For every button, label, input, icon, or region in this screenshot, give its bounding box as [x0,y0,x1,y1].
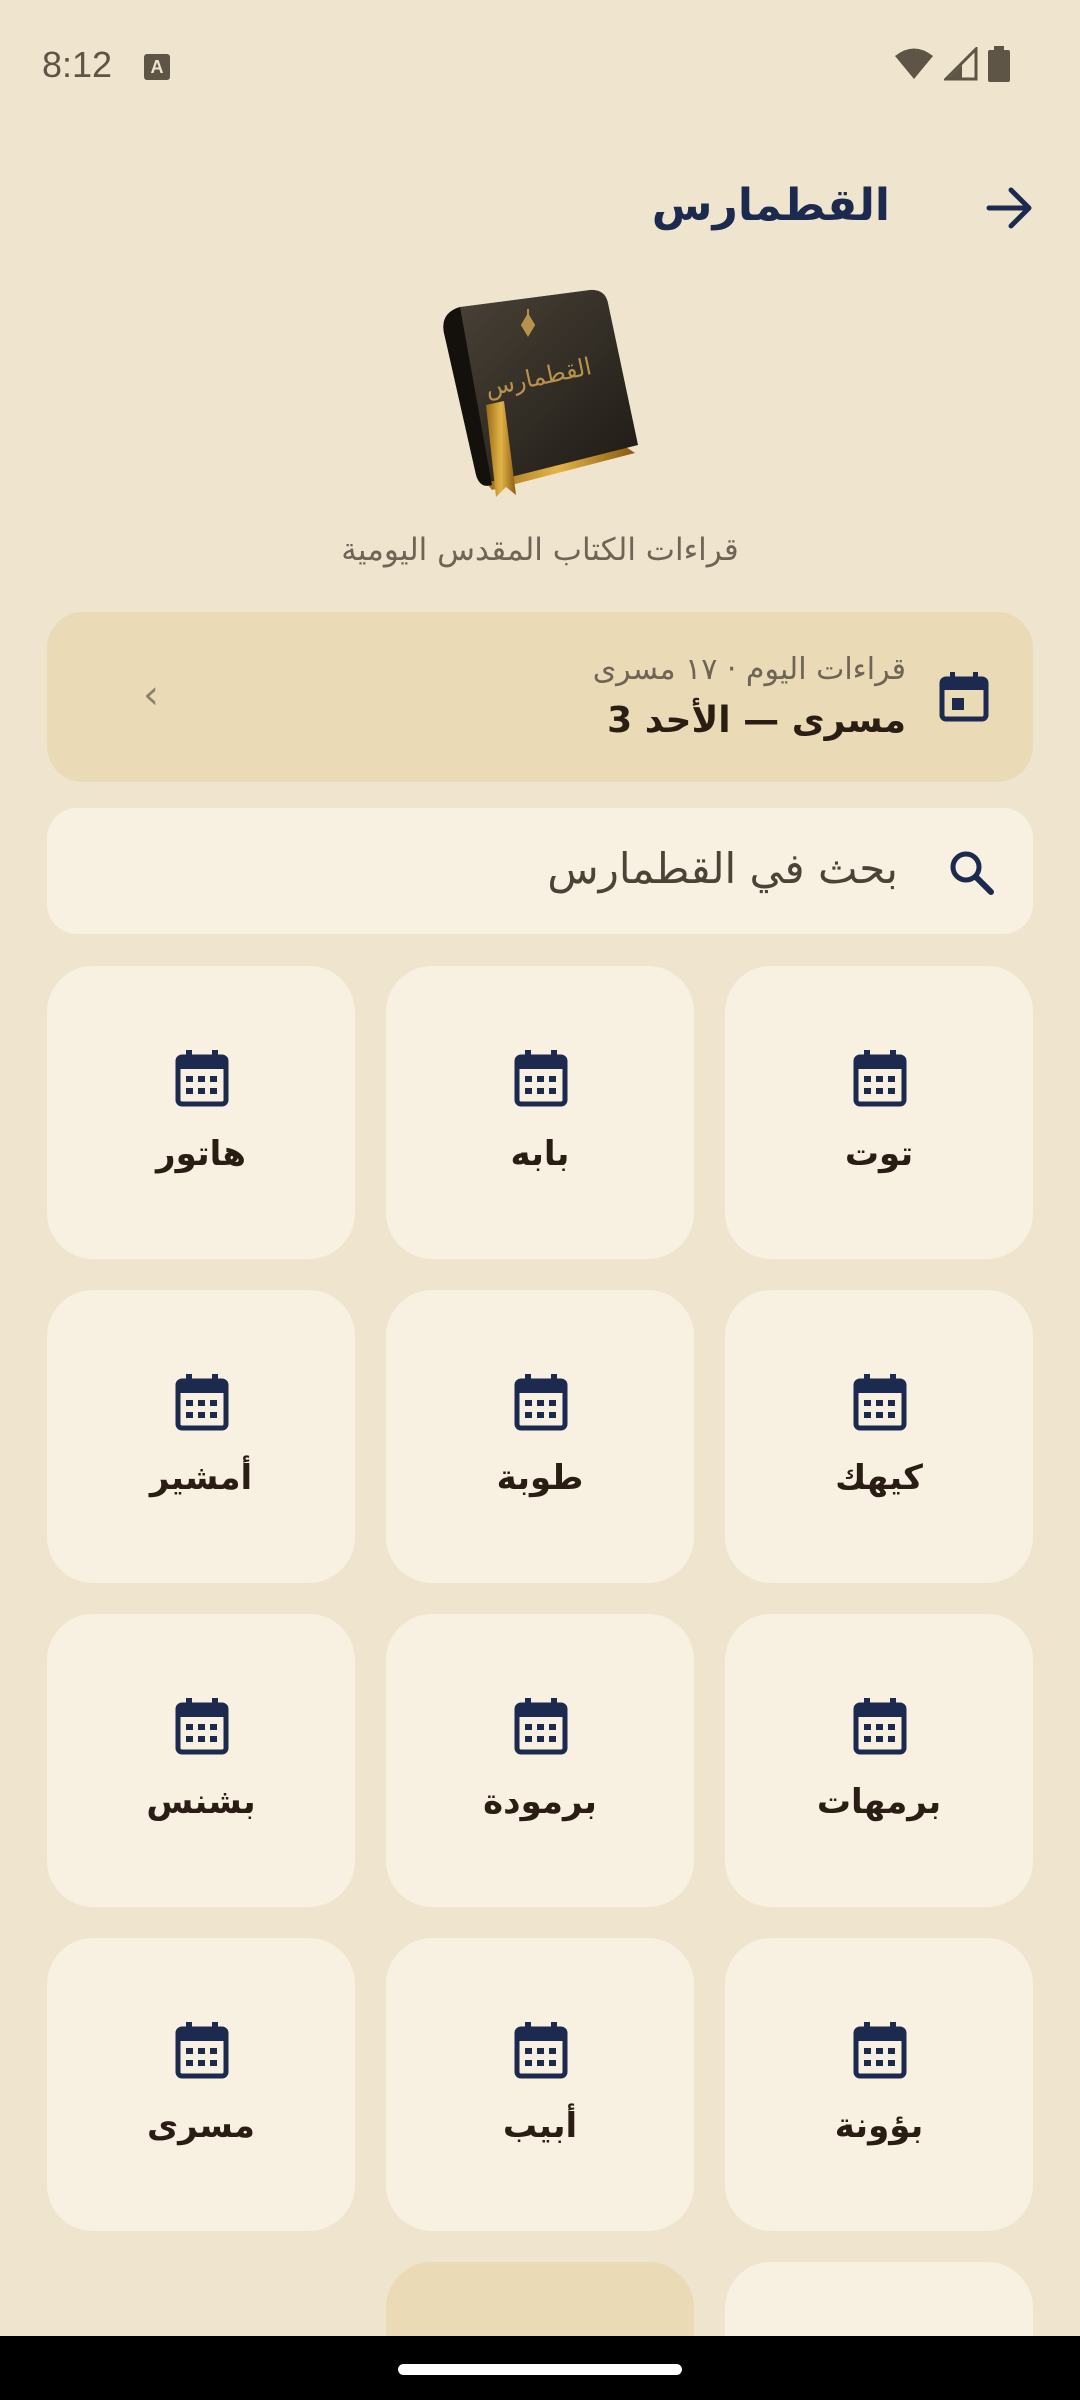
calendar-icon [174,2020,230,2080]
calendar-icon [513,1696,569,1756]
month-label: برمهات [816,1782,942,1822]
status-time: 8:12 [42,44,113,85]
month-label: أبيب [502,2106,578,2146]
calendar-icon [174,1048,230,1108]
status-icons [894,46,1010,82]
month-tile[interactable]: كيهك [725,1290,1033,1583]
home-gesture-handle[interactable] [398,2364,682,2375]
month-tile[interactable]: برمودة [386,1614,694,1907]
month-label: بشنس [146,1782,256,1822]
calendar-icon [513,1048,569,1108]
book-illustration: القطمارس [430,285,650,510]
calendar-icon [852,1372,908,1432]
month-label: بابه [510,1134,570,1174]
month-tile[interactable]: طوبة [386,1290,694,1583]
status-bar: 8:12 A [0,0,1080,130]
month-label: بؤونة [834,2106,924,2146]
month-label: كيهك [835,1458,923,1498]
search-bar[interactable]: بحث في القطمارس [47,808,1033,934]
calendar-today-icon [939,672,989,722]
month-label: برمودة [483,1782,597,1822]
system-navigation-bar [0,2336,1080,2400]
calendar-icon [174,1696,230,1756]
todays-reading-title: مسرى — الأحد 3 [607,700,906,741]
screen: 8:12 A القطمارس القطمارس قراءات الكتاب ا… [0,0,1080,2400]
todays-reading-card[interactable]: قراءات اليوم · ١٧ مسرى مسرى — الأحد 3 ‹ [47,612,1033,782]
calendar-icon [174,1372,230,1432]
todays-reading-label: قراءات اليوم · ١٧ مسرى [592,652,906,687]
arrow-right-icon [986,187,1032,229]
calendar-icon [852,1048,908,1108]
calendar-icon [513,2020,569,2080]
month-tile[interactable]: هاتور [47,966,355,1259]
search-icon [950,851,994,895]
month-label: توت [844,1134,914,1174]
month-tile[interactable]: بابه [386,966,694,1259]
app-header: القطمارس [0,160,1080,250]
page-title: القطمارس [651,180,890,231]
month-tile[interactable]: أبيب [386,1938,694,2231]
month-tile[interactable]: مسرى [47,1938,355,2231]
signal-icon [944,47,978,81]
calendar-icon [852,2020,908,2080]
month-tile[interactable]: بؤونة [725,1938,1033,2231]
battery-icon [988,46,1010,82]
search-placeholder: بحث في القطمارس [547,844,898,893]
calendar-icon [852,1696,908,1756]
month-label: طوبة [496,1458,584,1498]
month-tile[interactable]: أمشير [47,1290,355,1583]
month-label: مسرى [147,2106,255,2146]
wifi-icon [895,48,933,79]
month-label: أمشير [149,1458,253,1498]
book-image: القطمارس [443,289,638,497]
chevron-left-icon: ‹ [143,672,159,718]
month-tile[interactable]: بشنس [47,1614,355,1907]
month-tile[interactable]: توت [725,966,1033,1259]
month-tile[interactable]: برمهات [725,1614,1033,1907]
keyboard-badge-icon: A [144,54,170,80]
back-button[interactable] [980,178,1040,238]
month-label: هاتور [156,1134,246,1174]
calendar-icon [513,1372,569,1432]
app-subtitle: قراءات الكتاب المقدس اليومية [341,532,739,568]
